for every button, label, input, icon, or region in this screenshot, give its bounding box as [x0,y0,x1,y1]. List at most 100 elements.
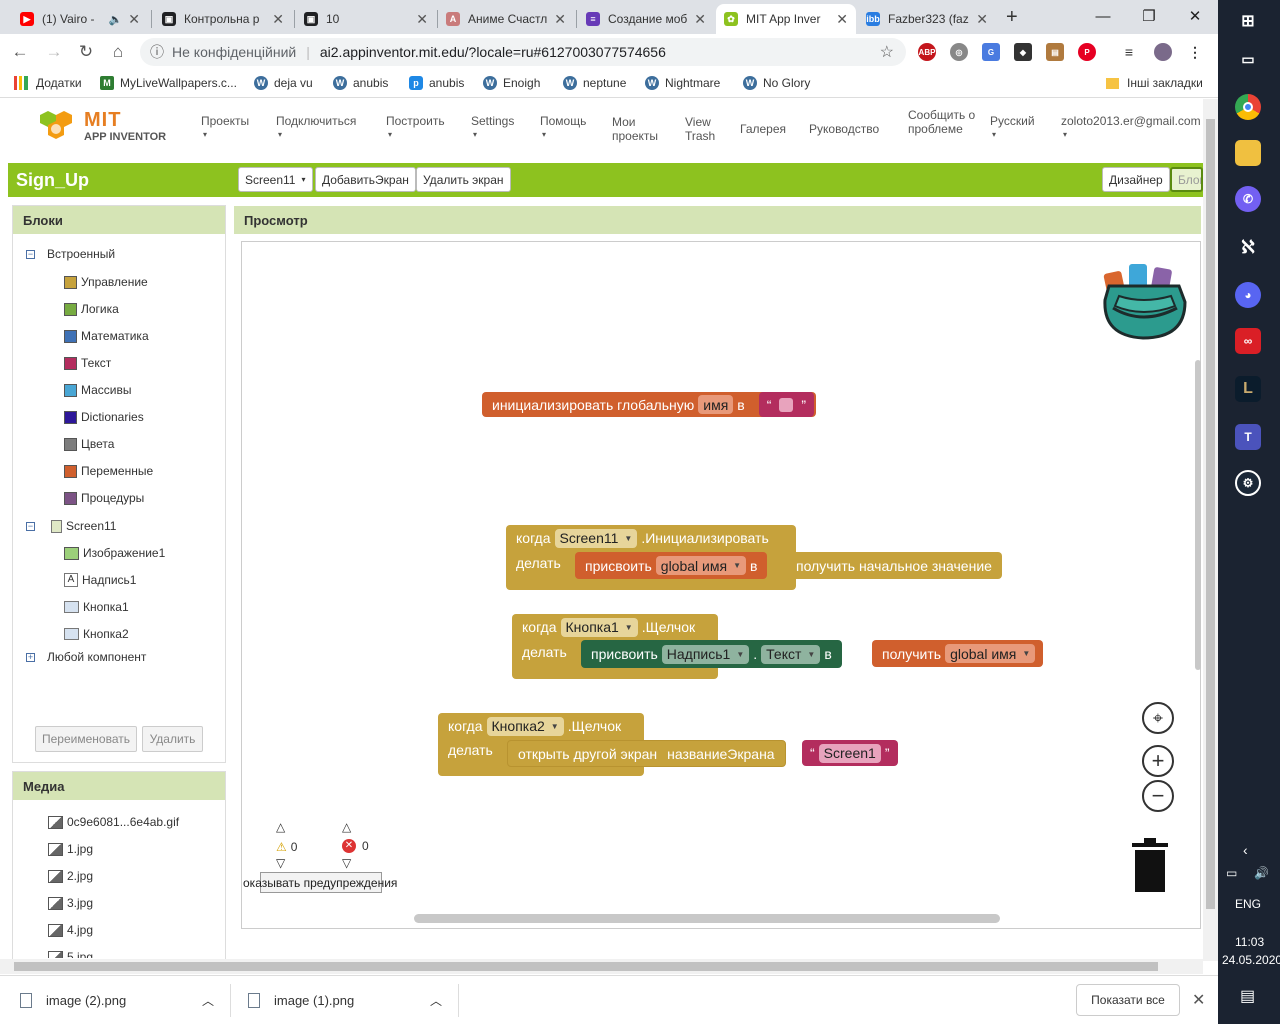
browser-tab[interactable]: ▶ (1) Vairo - 🔈 ✕ [12,4,148,34]
league-icon[interactable]: L [1235,376,1261,402]
reload-icon[interactable]: ↻ [76,42,96,62]
block-category-item[interactable]: Математика [64,329,149,343]
discord-icon[interactable]: ◕ [1235,282,1261,308]
collapse-icon[interactable]: − [26,521,35,531]
media-control-icon[interactable]: ≡ [1120,43,1138,61]
block-category-item[interactable]: Dictionaries [64,410,144,424]
tree-item-label1[interactable]: A Надпись1 [64,573,136,587]
new-tab-button[interactable]: + [1006,6,1018,29]
block-category-item[interactable]: Цвета [64,437,114,451]
bookmark-item[interactable]: M MyLiveWallpapers.c... [100,76,237,90]
any-component-tree-node[interactable]: + Любой компонент [26,650,146,664]
block-category-item[interactable]: Логика [64,302,119,316]
tree-item-button1[interactable]: Кнопка1 [64,600,129,614]
clock-date[interactable]: 24.05.2020 [1222,953,1280,967]
url-text[interactable]: ai2.appinventor.mit.edu/?locale=ru#61270… [320,44,666,60]
backpack-icon[interactable] [1099,256,1191,342]
view-trash-link[interactable]: View Trash [685,115,725,143]
input-language[interactable]: ENG [1235,897,1261,911]
set-global-block[interactable]: присвоить global имя ▼ в [575,552,768,579]
adblock-icon[interactable]: ABP [918,43,936,61]
page-vertical-scrollbar[interactable] [1203,99,1218,961]
menu-build[interactable]: Построить ▾ [386,114,445,142]
designer-button[interactable]: Дизайнер [1102,167,1170,192]
home-icon[interactable]: ⌂ [108,42,128,62]
close-icon[interactable]: ✕ [128,11,140,28]
appinventor-logo-icon[interactable] [36,109,78,141]
task-view-icon[interactable]: ▭ [1235,46,1261,72]
apps-bookmark[interactable]: Додатки [14,76,82,90]
get-start-value-block[interactable]: получить начальное значение [786,552,1002,579]
media-item[interactable]: 1.jpg [48,842,93,856]
media-item[interactable]: 3.jpg [48,896,93,910]
recenter-icon[interactable]: ⌖ [1142,702,1174,734]
bookmark-item[interactable]: W Enoigh [483,76,540,90]
show-warnings-button[interactable]: оказывать предупреждения [243,872,397,893]
close-icon[interactable]: ✕ [272,11,284,28]
set-property-block[interactable]: присвоить Надпись1 ▼ . Текст ▼ в [581,640,842,668]
show-all-downloads-button[interactable]: Показати все [1076,984,1180,1016]
builtin-tree-node[interactable]: − Встроенный [26,247,115,261]
global-variable-init-block[interactable]: инициализировать глобальную имя в “ ” [482,392,817,417]
file-explorer-icon[interactable] [1235,140,1261,166]
close-icon[interactable]: ✕ [694,11,706,28]
zoom-out-icon[interactable]: − [1142,780,1174,812]
media-item[interactable]: 2.jpg [48,869,93,883]
component-dropdown[interactable]: Screen11 ▼ [554,528,638,548]
media-item[interactable]: 0c9e6081...6e4ab.gif [48,815,179,829]
close-window-button[interactable]: ✕ [1172,0,1218,32]
property-dropdown[interactable]: Текст ▼ [761,644,821,664]
globe-icon[interactable]: ◎ [950,43,968,61]
tree-item-button2[interactable]: Кнопка2 [64,627,129,641]
download-item[interactable]: image (1).png ︿ [248,976,458,1025]
bookmark-item[interactable]: Wdeja vu [254,76,313,90]
trash-icon[interactable] [1130,837,1170,893]
close-icon[interactable]: ✕ [554,11,566,28]
bookmark-item[interactable]: Wanubis [333,76,388,90]
warning-nav-up-icon[interactable]: △ [276,820,285,834]
app-icon[interactable]: ℵ [1235,234,1261,260]
browser-tab[interactable]: ibb Fazber323 (faz ✕ [858,4,996,34]
open-another-screen-block[interactable]: открыть другой экран названиеЭкрана [507,740,786,767]
pinterest-icon[interactable]: P [1078,43,1096,61]
block-category-item[interactable]: Массивы [64,383,132,397]
text-literal-block[interactable]: “ ” [758,392,815,417]
page-horizontal-scrollbar[interactable] [0,959,1203,974]
download-item[interactable]: image (2).png ︿ [20,976,230,1025]
collapse-icon[interactable]: − [26,249,35,259]
menu-settings[interactable]: Settings ▾ [471,114,514,142]
blocks-workspace[interactable]: инициализировать глобальную имя в “ ” ко… [241,241,1201,929]
bookmark-item[interactable]: Wneptune [563,76,626,90]
component-dropdown[interactable]: Кнопка2 ▼ [486,716,564,736]
zoom-in-icon[interactable]: + [1142,745,1174,777]
chevron-up-icon[interactable]: ︿ [202,992,214,1009]
adobe-cc-icon[interactable]: ∞ [1235,328,1261,354]
tree-item-image1[interactable]: Изображение1 [64,546,165,560]
menu-dots-icon[interactable]: ⋮ [1186,43,1204,61]
avatar[interactable] [1154,43,1172,61]
component-dropdown[interactable]: Кнопка1 ▼ [560,617,638,637]
minimize-button[interactable]: — [1080,0,1126,32]
extension-cube-icon[interactable]: ◆ [1014,43,1032,61]
screen-selector[interactable]: Screen11 ▾ [238,167,313,192]
text-value-field[interactable]: Screen1 [818,743,881,763]
variable-dropdown[interactable]: global имя ▼ [945,644,1036,663]
speaker-icon[interactable]: 🔈 [109,13,123,26]
workspace-vertical-scrollbar[interactable] [1195,360,1201,670]
delete-button[interactable]: Удалить [142,726,203,752]
my-projects-link[interactable]: Мои проекты [612,115,666,143]
menu-connect[interactable]: Подключиться ▾ [276,114,356,142]
text-literal-block[interactable]: “ Screen1 ” [802,740,898,766]
chevron-left-icon[interactable]: ‹ [1243,842,1248,858]
close-icon[interactable]: ✕ [836,11,848,28]
close-icon[interactable]: ✕ [416,11,428,28]
horizontal-scrollbar[interactable] [414,914,1000,923]
expand-icon[interactable]: + [26,652,35,662]
extension-box-icon[interactable]: ▤ [1046,43,1064,61]
add-screen-button[interactable]: ДобавитьЭкран [315,167,416,192]
screen-tree-node[interactable]: − Screen11 [26,519,116,533]
language-menu[interactable]: Русский ▾ [990,114,1035,142]
back-icon[interactable]: ← [10,42,30,62]
scroll-thumb[interactable] [1206,119,1215,909]
rename-button[interactable]: Переименовать [35,726,137,752]
